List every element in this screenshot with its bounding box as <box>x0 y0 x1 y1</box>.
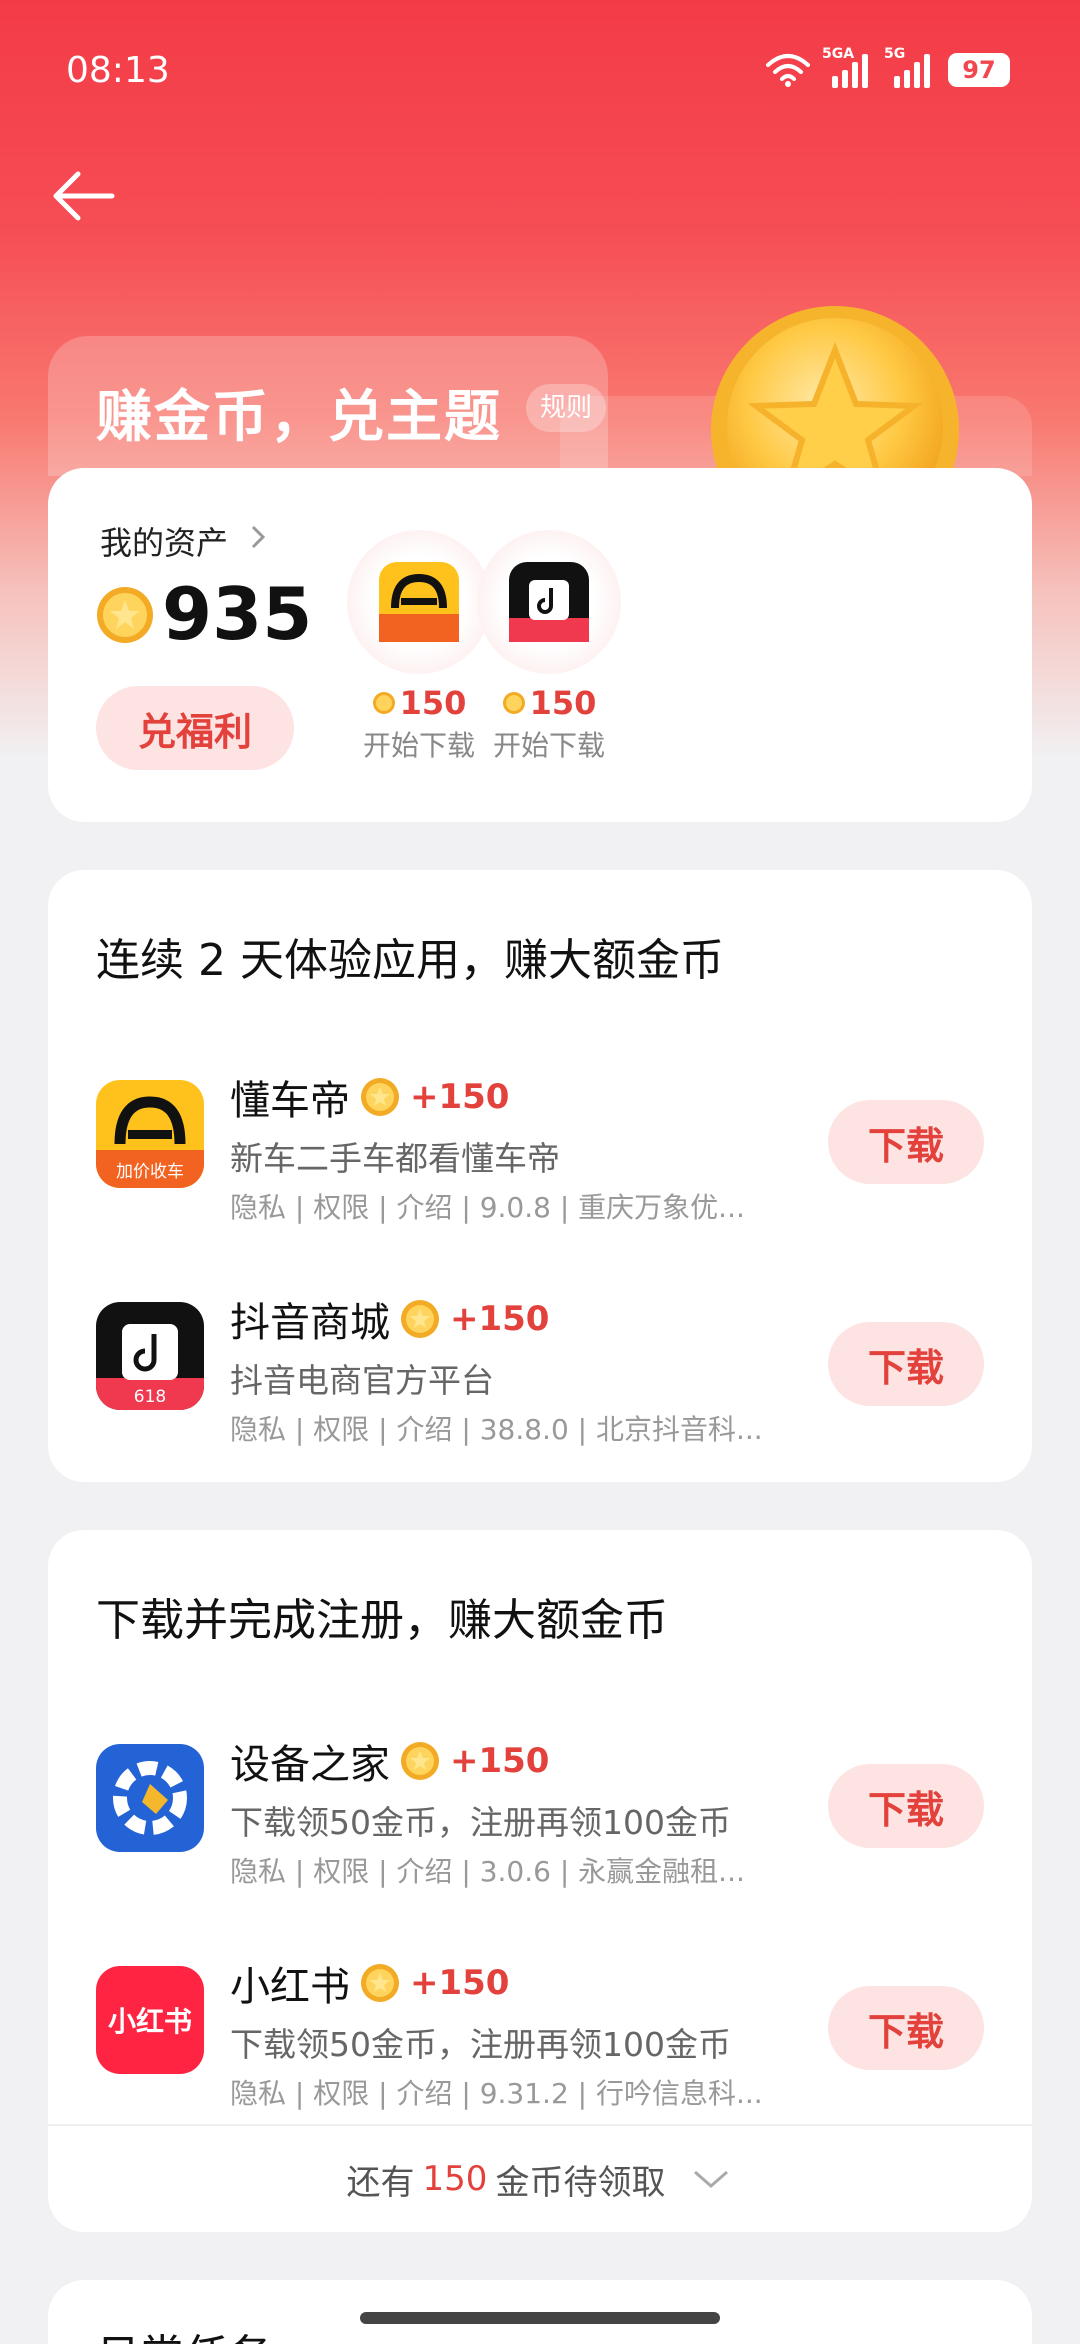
coin-icon <box>97 587 153 643</box>
start-download-label: 开始下载 <box>362 729 475 762</box>
list-item[interactable]: 设备之家 +150 下载领50金币，注册再领100金币 隐私 | 权限 | 介绍… <box>48 1714 1032 1904</box>
pending-coins-expander[interactable]: 还有 150 金币待领取 <box>48 2124 1032 2232</box>
dongchedi-app-icon <box>379 562 459 642</box>
app-meta[interactable]: 隐私 | 权限 | 介绍 | 9.0.8 | 重庆万象优... <box>230 1186 745 1226</box>
app-name: 小红书 +150 <box>230 1963 510 2010</box>
status-icons: 5GA 5G 97 <box>766 46 1010 88</box>
svg-text:618: 618 <box>134 1387 166 1407</box>
download-button[interactable]: 下载 <box>828 1100 984 1184</box>
douyin-mall-app-icon <box>509 562 589 642</box>
app-name: 设备之家 +150 <box>230 1741 550 1788</box>
arrow-left-icon <box>53 171 115 221</box>
coin-icon <box>372 692 395 714</box>
consecutive-days-card: 连续 2 天体验应用，赚大额金币 加价收车 懂车帝 +150 新车二手车都看懂车… <box>48 870 1032 1482</box>
coin-balance: 935 <box>162 572 313 656</box>
mini-reward: 150 <box>344 684 494 722</box>
coin-icon <box>401 1742 439 1780</box>
quick-download-douyin-mall[interactable]: 150 开始下载 <box>474 530 624 764</box>
app-icon-ring <box>477 530 621 674</box>
chevron-down-icon <box>694 2170 729 2188</box>
section-title: 下载并完成注册，赚大额金币 <box>96 1595 668 1646</box>
app-description: 下载领50金币，注册再领100金币 <box>230 2025 731 2064</box>
start-download-label: 开始下载 <box>492 729 605 762</box>
assets-card: 我的资产 935 兑福利 150 开始下载 150 开始下载 <box>48 468 1032 822</box>
device-home-app-icon <box>96 1744 204 1852</box>
list-item[interactable]: 小红书 小红书 +150 下载领50金币，注册再领100金币 隐私 | 权限 |… <box>48 1936 1032 2126</box>
pending-amount: 150 <box>422 2159 488 2199</box>
battery-indicator: 97 <box>948 53 1010 87</box>
register-card: 下载并完成注册，赚大额金币 设备之家 +150 下载领50金币，注册再领100金… <box>48 1530 1032 2232</box>
douyin-mall-app-icon: 618 <box>96 1302 204 1410</box>
app-meta[interactable]: 隐私 | 权限 | 介绍 | 3.0.6 | 永赢金融租... <box>230 1850 745 1890</box>
coin-icon <box>401 1300 439 1338</box>
download-button[interactable]: 下载 <box>828 1986 984 2070</box>
xiaohongshu-app-icon: 小红书 <box>96 1966 204 2074</box>
redeem-benefits-button[interactable]: 兑福利 <box>96 686 294 770</box>
coin-icon <box>361 1964 399 2002</box>
pending-suffix: 金币待领取 <box>495 2162 666 2203</box>
mini-reward: 150 <box>474 684 624 722</box>
cell-signal-icon-2: 5G <box>884 46 934 88</box>
status-bar: 08:13 5GA 5G 97 <box>0 0 1080 140</box>
app-description: 抖音电商官方平台 <box>230 1361 494 1400</box>
coin-icon <box>502 692 525 714</box>
svg-text:加价收车: 加价收车 <box>116 1162 184 1182</box>
back-button[interactable] <box>48 166 118 226</box>
app-description: 下载领50金币，注册再领100金币 <box>230 1803 731 1842</box>
page-title: 赚金币，兑主题 <box>96 385 502 450</box>
section-title: 日常任务 <box>96 2320 272 2344</box>
quick-download-dongchedi[interactable]: 150 开始下载 <box>344 530 494 764</box>
status-time: 08:13 <box>66 50 170 91</box>
chevron-right-icon[interactable] <box>248 522 268 552</box>
dongchedi-app-icon: 加价收车 <box>96 1080 204 1188</box>
app-meta[interactable]: 隐私 | 权限 | 介绍 | 38.8.0 | 北京抖音科... <box>230 1408 763 1448</box>
app-meta[interactable]: 隐私 | 权限 | 介绍 | 9.31.2 | 行吟信息科... <box>230 2072 763 2112</box>
list-item[interactable]: 加价收车 懂车帝 +150 新车二手车都看懂车帝 隐私 | 权限 | 介绍 | … <box>48 1050 1032 1240</box>
section-title: 连续 2 天体验应用，赚大额金币 <box>96 935 724 986</box>
download-button[interactable]: 下载 <box>828 1322 984 1406</box>
app-name: 懂车帝 +150 <box>230 1077 510 1124</box>
app-icon-ring <box>347 530 491 674</box>
pending-prefix: 还有 <box>346 2162 415 2203</box>
download-button[interactable]: 下载 <box>828 1764 984 1848</box>
my-assets-label[interactable]: 我的资产 <box>100 518 228 564</box>
home-indicator[interactable] <box>360 2312 720 2324</box>
coin-icon <box>361 1078 399 1116</box>
wifi-icon <box>766 54 810 87</box>
cell-signal-icon: 5GA <box>822 46 872 88</box>
list-item[interactable]: 618 抖音商城 +150 抖音电商官方平台 隐私 | 权限 | 介绍 | 38… <box>48 1272 1032 1462</box>
app-name: 抖音商城 +150 <box>230 1299 550 1346</box>
app-description: 新车二手车都看懂车帝 <box>230 1139 560 1178</box>
rules-button[interactable]: 规则 <box>526 384 607 432</box>
